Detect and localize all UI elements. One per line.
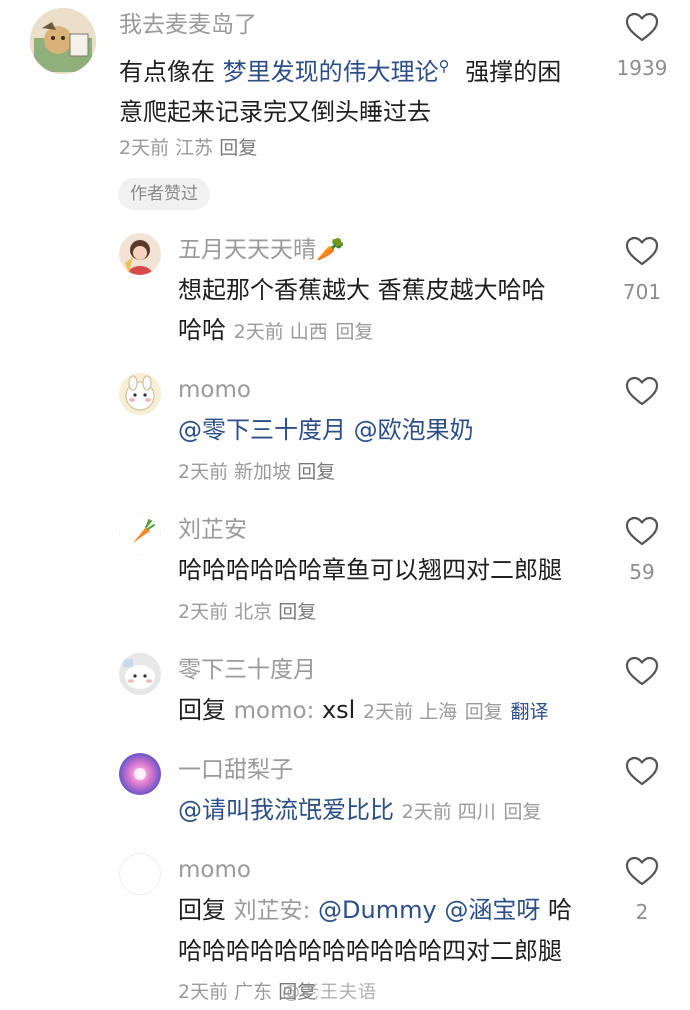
comment-time-location: 2天前 山西 [233, 321, 328, 343]
like-count: 59 [629, 560, 655, 584]
comment-text: @零下三十度月 @欧泡果奶 [178, 410, 598, 450]
reply-button[interactable]: 回复 [503, 801, 541, 823]
comment-text: @请叫我流氓爱比比 2天前 四川 回复 [178, 790, 608, 832]
reply-to-user[interactable]: momo: [234, 698, 315, 724]
reply-comment: momo @零下三十度月 @欧泡果奶 2天前 新加坡 回复 [0, 370, 690, 500]
search-icon: ⚲ [438, 57, 450, 75]
avatar-cartoon-icon [119, 373, 161, 415]
comment-time-location: 2天前 江苏 [119, 137, 214, 159]
mention-link[interactable]: @零下三十度月 [178, 416, 346, 444]
comment-time-location: 2天前 北京 [178, 601, 273, 623]
comment-username[interactable]: momo [178, 855, 251, 885]
heart-outline-icon [625, 856, 659, 886]
like-count: 1939 [616, 56, 668, 80]
like-count: 701 [622, 280, 662, 304]
avatar[interactable] [119, 853, 161, 895]
like-button[interactable]: 59 [612, 516, 672, 584]
reply-button[interactable]: 回复 [465, 701, 503, 723]
heart-outline-icon [625, 516, 659, 546]
comment-username[interactable]: 刘芷安 [178, 515, 247, 545]
watermark: @老王夫语 [282, 982, 377, 1003]
mention-link[interactable]: @涵宝呀 [444, 896, 540, 924]
comment-meta: 2天前 北京 回复 [178, 597, 316, 627]
avatar[interactable] [119, 373, 161, 415]
avatar-cartoon-icon [119, 653, 161, 695]
reply-comment: 刘芷安 哈哈哈哈哈哈章鱼可以翘四对二郎腿 2天前 北京 回复 59 [0, 510, 690, 640]
reply-prefix: 回复 [178, 896, 226, 924]
like-button[interactable] [612, 376, 672, 406]
reply-to-user[interactable]: 刘芷安: [234, 898, 311, 924]
comment-username[interactable]: 我去麦麦岛了 [119, 10, 257, 40]
heart-outline-icon [625, 12, 659, 42]
heart-outline-icon [625, 656, 659, 686]
like-button[interactable]: 1939 [612, 12, 672, 80]
comment-text-segment: 哈哈哈哈哈哈哈哈哈哈哈四对二郎腿 [178, 937, 562, 965]
comment-text-segment: 有点像在 [119, 58, 223, 86]
carrot-emoji-icon: 🥕 [316, 237, 345, 263]
reply-button[interactable]: 回复 [335, 321, 373, 343]
avatar-glow-icon [119, 753, 161, 795]
like-button[interactable] [612, 756, 672, 786]
reply-comment: 一口甜梨子 @请叫我流氓爱比比 2天前 四川 回复 [0, 750, 690, 850]
avatar-carrot-icon [119, 513, 161, 555]
reply-button[interactable]: 回复 [297, 461, 335, 483]
like-button[interactable] [612, 656, 672, 686]
like-button[interactable]: 2 [612, 856, 672, 924]
comment-text: 回复 刘芷安: @Dummy @涵宝呀 哈 哈哈哈哈哈哈哈哈哈哈哈四对二郎腿 [178, 890, 608, 971]
comment-username[interactable]: 一口甜梨子 [178, 755, 293, 785]
heart-outline-icon [625, 756, 659, 786]
mention-link[interactable]: @Dummy [318, 896, 437, 924]
mention-link[interactable]: @欧泡果奶 [354, 416, 474, 444]
comment-text: 哈哈哈哈哈哈章鱼可以翘四对二郎腿 [178, 556, 562, 584]
reply-comment: 五月天天天晴🥕 想起那个香蕉越大 香蕉皮越大哈哈 哈哈 2天前 山西 回复 70… [0, 230, 690, 360]
comment-text-segment: 哈 [540, 896, 572, 924]
like-button[interactable]: 701 [612, 236, 672, 304]
comment-text: 有点像在 梦里发现的伟大理论⚲ 强撑的困 意爬起来记录完又倒头睡过去 [119, 46, 609, 132]
reply-comment: 零下三十度月 回复 momo: xsl 2天前 上海 回复 翻译 [0, 650, 690, 750]
heart-outline-icon [625, 376, 659, 406]
comment-username[interactable]: 五月天天天晴🥕 [178, 235, 345, 265]
reply-button[interactable]: 回复 [278, 601, 316, 623]
avatar[interactable] [119, 753, 161, 795]
heart-outline-icon [625, 236, 659, 266]
comment-text-segment: xsl [314, 696, 356, 724]
avatar-illustration-icon [30, 8, 96, 74]
comment-time-location: 2天前 四川 [401, 801, 496, 823]
comment-text-segment: 哈哈 [178, 316, 234, 344]
comment-meta: 2天前 江苏 回复 [119, 133, 257, 163]
comment-text-segment: 想起那个香蕉越大 香蕉皮越大哈哈 [178, 276, 546, 304]
search-topic-link[interactable]: 梦里发现的伟大理论 [223, 58, 439, 86]
like-count: 2 [635, 900, 649, 924]
translate-button[interactable]: 翻译 [510, 701, 548, 723]
avatar-photo-icon [119, 233, 161, 275]
author-liked-badge: 作者赞过 [118, 178, 210, 210]
comment-username[interactable]: momo [178, 375, 251, 405]
avatar[interactable] [30, 8, 96, 74]
comment-time-location: 2天前 上海 [363, 701, 458, 723]
comment-text-segment: 强撑的困 [457, 58, 562, 86]
avatar[interactable] [119, 513, 161, 555]
comment-top-level: 我去麦麦岛了 有点像在 梦里发现的伟大理论⚲ 强撑的困 意爬起来记录完又倒头睡过… [0, 0, 690, 230]
comment-text: 想起那个香蕉越大 香蕉皮越大哈哈 哈哈 2天前 山西 回复 [178, 270, 598, 352]
username-text: 五月天天天晴 [178, 237, 316, 263]
comment-time-location: 2天前 广东 [178, 981, 273, 1003]
comment-text: 回复 momo: xsl 2天前 上海 回复 翻译 [178, 690, 608, 732]
mention-link[interactable]: @请叫我流氓爱比比 [178, 796, 394, 824]
avatar[interactable] [119, 653, 161, 695]
comment-text-segment: 意爬起来记录完又倒头睡过去 [119, 98, 431, 126]
reply-prefix: 回复 [178, 696, 226, 724]
reply-button[interactable]: 回复 [219, 137, 257, 159]
comment-username[interactable]: 零下三十度月 [178, 655, 316, 685]
comment-time-location: 2天前 新加坡 [178, 461, 292, 483]
comment-meta: 2天前 新加坡 回复 [178, 457, 335, 487]
avatar[interactable] [119, 233, 161, 275]
